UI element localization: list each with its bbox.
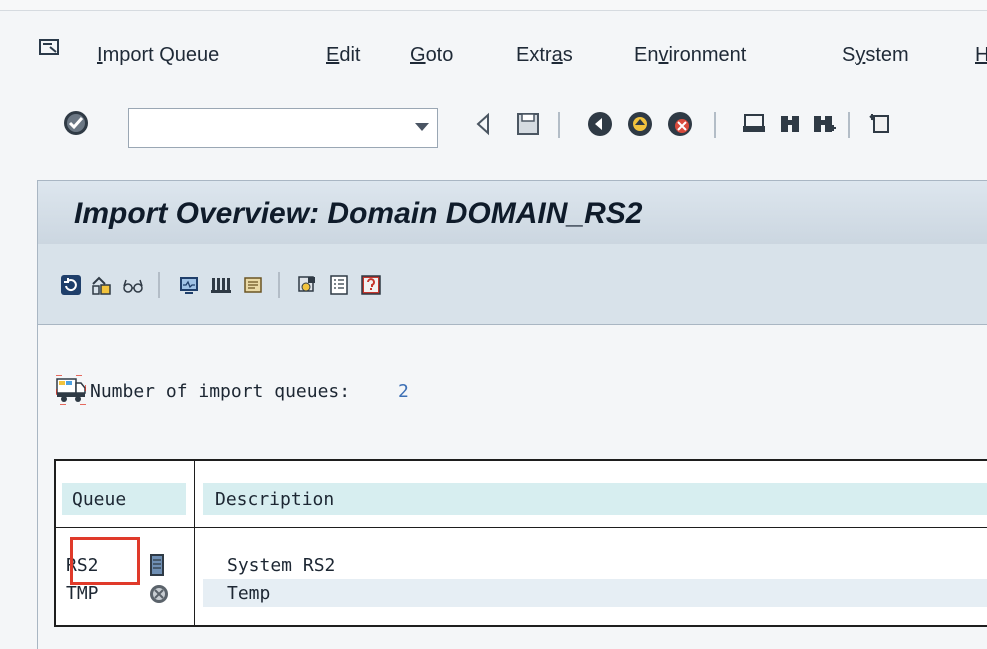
truck-icon (56, 375, 86, 405)
list-icon[interactable] (328, 274, 350, 296)
toolbar-separator (278, 272, 280, 298)
menu-goto[interactable]: Goto (410, 44, 453, 67)
toolbar-separator (158, 272, 160, 298)
queue-cell[interactable]: TMP (66, 583, 99, 604)
menu-environment[interactable]: Environment (634, 44, 746, 67)
menu-import-queue[interactable]: Import Queue (97, 44, 219, 67)
save-icon[interactable] (514, 110, 542, 138)
back-triangle-icon[interactable] (470, 110, 498, 138)
first-page-icon[interactable] (866, 110, 894, 138)
page-title: Import Overview: Domain DOMAIN_RS2 (74, 197, 643, 230)
menu-help[interactable]: H (975, 44, 987, 67)
screen-title-bar: Import Overview: Domain DOMAIN_RS2 (37, 180, 987, 245)
system-menu-icon[interactable] (38, 38, 60, 58)
description-cell-bg: Temp (203, 579, 987, 607)
window-top-strip (0, 0, 987, 11)
queue-bars-icon[interactable] (210, 274, 232, 296)
toolbar-separator (848, 112, 850, 138)
toolbar-separator (558, 112, 560, 138)
import-queue-table: Queue Description RS2 System RS2 TMP Tem… (54, 459, 987, 627)
description-cell-bg: System RS2 (203, 551, 987, 579)
print-icon[interactable] (740, 110, 768, 138)
column-header-description[interactable]: Description (203, 483, 987, 515)
find-icon[interactable] (776, 110, 804, 138)
menu-extras[interactable]: Extras (516, 44, 573, 67)
checkmark-icon[interactable] (62, 109, 90, 137)
column-divider (194, 461, 195, 627)
header-divider (56, 527, 987, 528)
description-cell[interactable]: System RS2 (227, 555, 335, 576)
system-icon[interactable] (296, 274, 318, 296)
back-icon[interactable] (586, 110, 614, 138)
cancel-icon[interactable] (666, 110, 694, 138)
stop-circle-icon[interactable] (148, 583, 170, 605)
server-icon[interactable] (148, 553, 166, 577)
application-toolbar (37, 244, 987, 325)
find-next-icon[interactable] (810, 110, 838, 138)
glasses-icon[interactable] (122, 274, 144, 296)
description-cell[interactable]: Temp (227, 583, 270, 604)
column-header-description-label: Description (215, 489, 335, 510)
column-header-queue-label: Queue (72, 489, 127, 510)
menu-system[interactable]: System (842, 44, 909, 67)
summary-label: Number of import queues: (90, 381, 351, 402)
summary-value: 2 (398, 381, 409, 402)
queue-highlight-box (70, 537, 140, 585)
display-icon[interactable] (90, 274, 112, 296)
monitor-icon[interactable] (178, 274, 200, 296)
toolbar-separator (714, 112, 716, 138)
scroll-icon[interactable] (242, 274, 264, 296)
menu-bar: Import Queue Edit Goto Extras Environmen… (0, 18, 987, 82)
menu-edit[interactable]: Edit (326, 44, 360, 67)
column-header-queue[interactable]: Queue (62, 483, 186, 515)
exit-icon[interactable] (626, 110, 654, 138)
command-field[interactable] (128, 108, 438, 148)
content-area: Number of import queues: 2 Queue Descrip… (37, 325, 987, 649)
refresh-icon[interactable] (60, 274, 82, 296)
help-icon[interactable] (360, 274, 382, 296)
chevron-down-icon[interactable] (415, 123, 429, 131)
